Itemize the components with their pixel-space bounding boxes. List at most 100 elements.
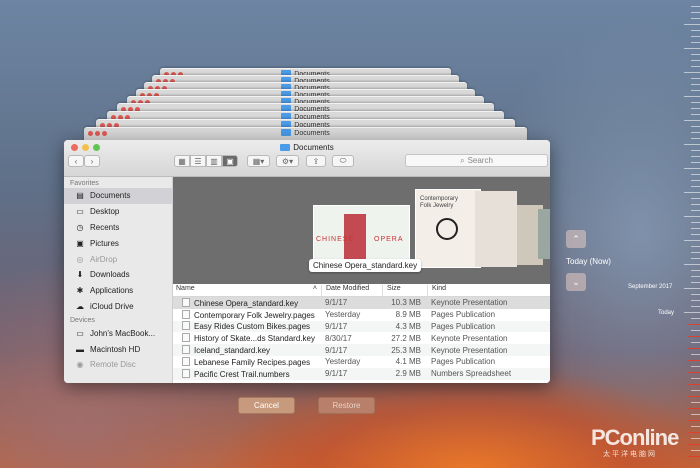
timeline-tick	[684, 24, 700, 25]
sidebar-item-recents[interactable]: ◷ Recents	[64, 220, 172, 236]
file-row[interactable]: History of Skate...ds Standard.key 8/30/1…	[173, 332, 550, 344]
older-snapshot-button[interactable]: ⌃	[566, 230, 586, 248]
column-header-name[interactable]: Name ˄	[173, 285, 321, 296]
column-view-button[interactable]: ▥	[206, 155, 222, 167]
timeline-tick	[691, 108, 700, 109]
document-icon	[182, 345, 190, 355]
group-by-button[interactable]: ▦▾	[247, 155, 270, 167]
icon-view-button[interactable]: ▦	[174, 155, 190, 167]
thumbnail-chinese-opera[interactable]: CHINESE OPERA	[313, 205, 410, 264]
sidebar-item-john-s-macbook[interactable]: ▭ John's MacBook...	[64, 325, 172, 341]
file-name-cell: Lebanese Family Recipes.pages	[173, 356, 321, 367]
timeline-tick	[691, 270, 700, 271]
sidebar-item-label: iCloud Drive	[90, 301, 134, 311]
timeline-tick	[684, 120, 700, 121]
thumbnail-page[interactable]	[475, 191, 517, 267]
timeline-tick	[684, 96, 700, 97]
timeline-tick	[691, 276, 700, 277]
group-icon: ▦▾	[252, 156, 265, 166]
sidebar-item-macintosh-hd[interactable]: ▬ Macintosh HD	[64, 341, 172, 357]
timeline-tick	[691, 282, 700, 283]
timeline-tick	[691, 390, 700, 391]
document-icon	[182, 333, 190, 343]
timeline-tick	[691, 180, 700, 181]
timeline-tick	[691, 90, 700, 91]
forward-button[interactable]: ›	[84, 155, 100, 167]
sidebar-item-desktop[interactable]: ▭ Desktop	[64, 204, 172, 220]
sidebar-item-airdrop[interactable]: ◎ AirDrop	[64, 251, 172, 267]
column-header-size[interactable]: Size	[382, 285, 427, 296]
file-row[interactable]: Contemporary Folk Jewelry.pages Yesterday…	[173, 309, 550, 321]
document-icon	[182, 368, 190, 378]
tags-button[interactable]: ⬭	[332, 155, 354, 167]
sidebar-item-remote-disc[interactable]: ◉ Remote Disc	[64, 357, 172, 373]
file-row[interactable]: Iceland_standard.key 9/1/17 25.3 MB Keynote…	[173, 344, 550, 356]
sidebar-item-documents[interactable]: ▤ Documents	[64, 188, 172, 204]
column-header-kind[interactable]: Kind	[427, 285, 550, 296]
back-button[interactable]: ‹	[68, 155, 84, 167]
timeline-tick	[684, 48, 700, 49]
timeline-tick	[691, 42, 700, 43]
cancel-button[interactable]: Cancel	[238, 397, 295, 414]
share-button[interactable]: ⇪	[306, 155, 326, 167]
size-cell: 27.2 MB	[391, 333, 421, 343]
list-view-button[interactable]: ☰	[190, 155, 206, 167]
sidebar-item-applications[interactable]: ✱ Applications	[64, 283, 172, 299]
size-cell: 10.3 MB	[391, 298, 421, 308]
devices-header: Devices	[70, 317, 95, 325]
sidebar-item-icloud-drive[interactable]: ☁ iCloud Drive	[64, 299, 172, 315]
date-modified-cell: Yesterday	[325, 357, 361, 367]
thumbnail-page[interactable]	[538, 209, 550, 259]
sidebar-item-label: John's MacBook...	[90, 328, 156, 338]
sidebar-item-downloads[interactable]: ⬇ Downloads	[64, 267, 172, 283]
timeline-tick	[691, 306, 700, 307]
timeline-tick	[691, 222, 700, 223]
timeline-tick	[688, 444, 700, 445]
timeline-tick	[684, 288, 700, 289]
timeline-tick	[691, 294, 700, 295]
file-list: Name ˄ Date Modified Size Kind Chinese Op…	[173, 285, 550, 383]
timeline-tick	[691, 342, 700, 343]
timeline-tick	[691, 30, 700, 31]
timeline-tick	[684, 240, 700, 241]
applications-icon: ✱	[76, 286, 84, 296]
newer-snapshot-button[interactable]: ⌄	[566, 273, 586, 291]
kind-cell: Keynote Presentation	[431, 345, 508, 355]
date-modified-cell: 9/1/17	[325, 369, 348, 379]
column-header-date[interactable]: Date Modified	[321, 285, 382, 296]
grid-icon: ▦	[178, 156, 186, 166]
size-cell: 2.9 MB	[395, 369, 421, 379]
timeline-tick	[684, 216, 700, 217]
title-bar: Documents ‹ › ▦ ☰ ▥ ▣ ▦▾ ⚙▾ ⇪ ⬭ ⌕ Search	[64, 140, 550, 177]
search-placeholder: Search	[467, 156, 493, 165]
cloud-icon: ☁	[76, 301, 84, 311]
action-button[interactable]: ⚙▾	[276, 155, 299, 167]
gear-icon: ⚙▾	[281, 156, 294, 166]
date-modified-cell: 9/1/17	[325, 321, 348, 331]
documents-icon: ▤	[76, 191, 84, 201]
timeline-tick	[691, 366, 700, 367]
timeline-tick	[691, 66, 700, 67]
timeline-tick	[688, 432, 700, 433]
file-row[interactable]: Chinese Opera_standard.key 9/1/17 10.3 MB K…	[173, 297, 550, 309]
date-modified-cell: 8/30/17	[325, 333, 352, 343]
sidebar-item-pictures[interactable]: ▣ Pictures	[64, 235, 172, 251]
timeline-tick	[691, 12, 700, 13]
restore-button[interactable]: Restore	[318, 397, 375, 414]
file-row[interactable]: Lebanese Family Recipes.pages Yesterday 4.…	[173, 356, 550, 368]
timeline-tick	[688, 360, 700, 361]
file-name-cell: History of Skate...ds Standard.key	[173, 333, 321, 343]
disk-icon: ▬	[76, 344, 84, 354]
file-row[interactable]: Pacific Crest Trail.numbers 9/1/17 2.9 MB N…	[173, 367, 550, 380]
thumbnail-folk-jewelry[interactable]: Contemporary Folk Jewelry	[415, 189, 481, 268]
file-row[interactable]: Easy Rides Custom Bikes.pages 9/1/17 4.3 M…	[173, 320, 550, 333]
watermark-subtitle: 太平洋电脑网	[603, 451, 657, 458]
timeline-tick	[691, 162, 700, 163]
sidebar-item-label: Macintosh HD	[90, 344, 141, 354]
search-field[interactable]: ⌕ Search	[405, 154, 548, 167]
kind-cell: Keynote Presentation	[431, 333, 508, 343]
gallery-preview: CHINESE OPERA Contemporary Folk Jewelry …	[173, 177, 550, 284]
sidebar-item-label: Desktop	[90, 207, 120, 217]
gallery-view-button[interactable]: ▣	[222, 155, 238, 167]
timeline-tick	[684, 168, 700, 169]
